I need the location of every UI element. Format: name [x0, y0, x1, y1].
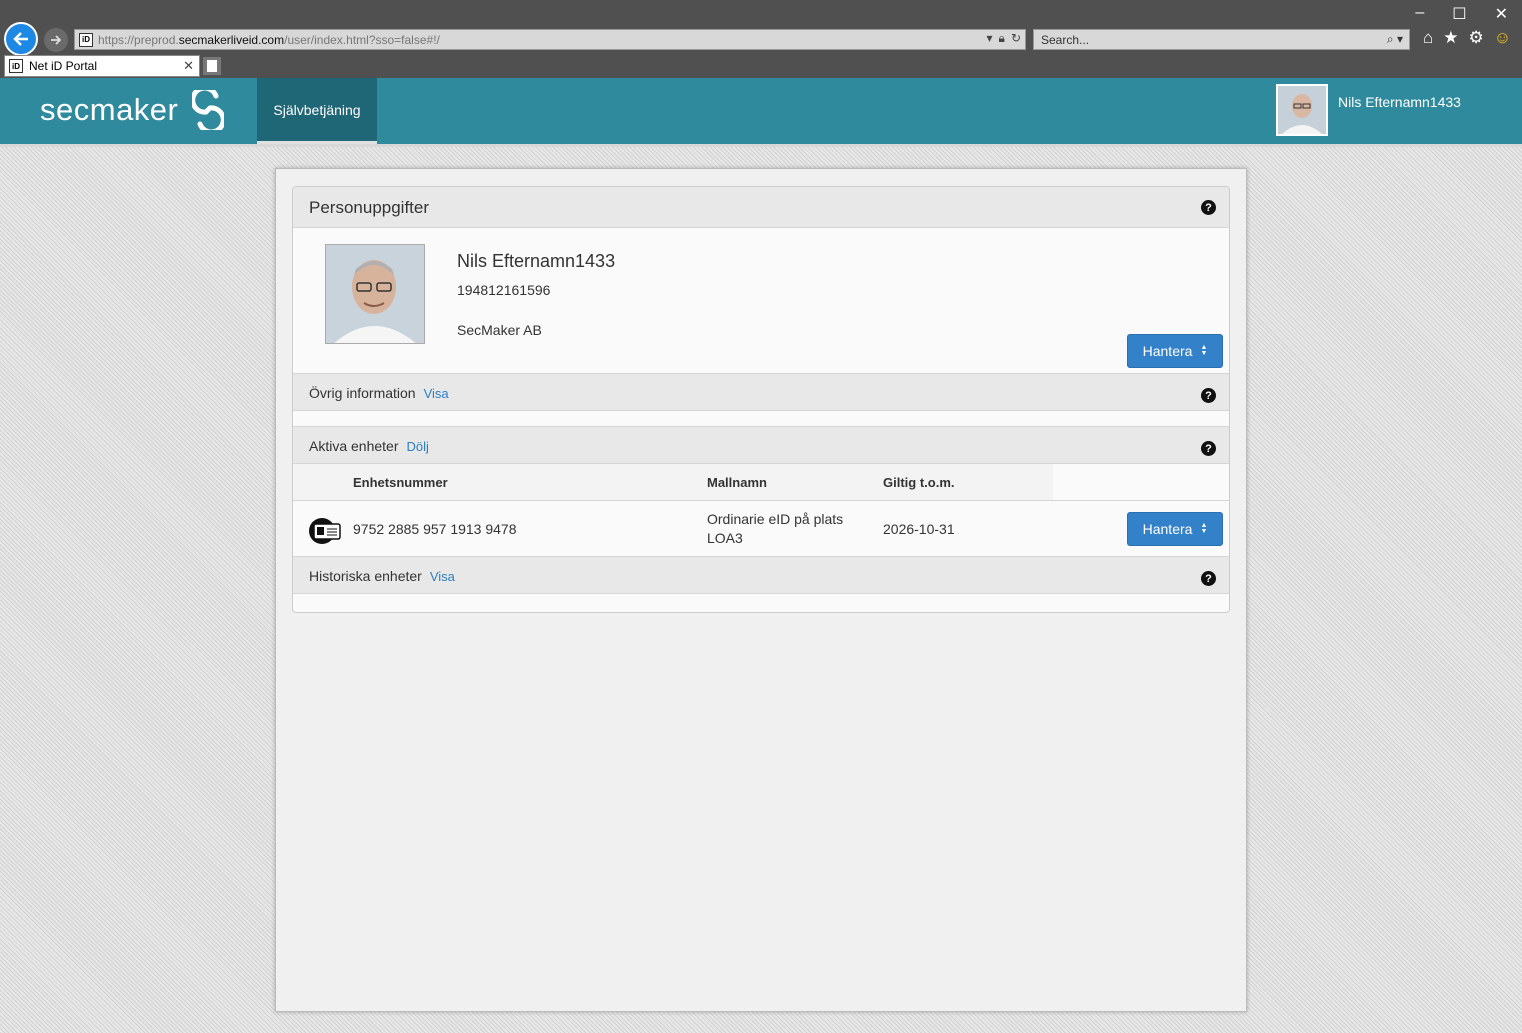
- user-photo-icon: [1278, 86, 1326, 134]
- historic-devices-section: Historiska enheter Visa ?: [293, 557, 1229, 594]
- template-name: Ordinarie eID på plats LOA3: [707, 511, 843, 546]
- tab-favicon-icon: iD: [9, 59, 23, 73]
- manage-person-button[interactable]: Hantera ▲ ▼: [1127, 334, 1223, 368]
- help-icon[interactable]: ?: [1201, 200, 1216, 215]
- person-details: Nils Efternamn1433 194812161596 SecMaker…: [293, 228, 1229, 374]
- section-spacer: [293, 594, 1229, 610]
- close-window-icon[interactable]: ✕: [1495, 4, 1508, 24]
- help-icon[interactable]: ?: [1201, 571, 1216, 586]
- section-spacer: [293, 411, 1229, 427]
- panel-header: Personuppgifter ?: [293, 187, 1229, 228]
- url-subdomain: preprod.: [134, 32, 179, 47]
- browser-titlebar: iD https://preprod. secmakerliveid.com/us…: [0, 0, 1522, 78]
- search-placeholder: Search...: [1041, 33, 1090, 47]
- arrow-left-icon: [13, 32, 28, 46]
- other-info-label: Övrig information: [309, 385, 416, 401]
- active-devices-label: Aktiva enheter: [309, 438, 399, 454]
- app-header: secmaker Självbetjäning Nils Efternamn14…: [0, 78, 1522, 144]
- url-host: secmakerliveid.com: [178, 32, 285, 47]
- personal-info-panel: Personuppgifter ? Nils Efternamn1433 194…: [292, 186, 1230, 613]
- help-icon[interactable]: ?: [1201, 388, 1216, 403]
- user-menu[interactable]: Nils Efternamn1433: [1276, 84, 1461, 136]
- search-icon[interactable]: ⌕ ▾: [1387, 32, 1403, 47]
- arrow-right-icon: [51, 35, 62, 45]
- active-devices-section: Aktiva enheter Dölj ?: [293, 427, 1229, 464]
- column-template-name[interactable]: Mallnamn: [707, 475, 767, 490]
- organization: SecMaker AB: [457, 322, 542, 338]
- template-name-line1: Ordinarie eID på plats: [707, 511, 844, 527]
- site-favicon-icon: iD: [79, 32, 93, 47]
- column-valid-to[interactable]: Giltig t.o.m.: [883, 475, 955, 490]
- valid-to: 2026-10-31: [883, 521, 955, 537]
- historic-devices-label: Historiska enheter: [309, 568, 422, 584]
- sort-caret-icon: ▲ ▼: [1200, 522, 1208, 535]
- dropdown-icon[interactable]: ▾: [987, 31, 993, 46]
- column-device-number[interactable]: Enhetsnummer: [353, 475, 448, 490]
- other-info-show-link[interactable]: Visa: [424, 386, 449, 401]
- person-photo-icon: [326, 245, 424, 343]
- other-info-section: Övrig information Visa ?: [293, 374, 1229, 411]
- template-name-line2: LOA3: [707, 530, 743, 546]
- devices-table-header: Enhetsnummer Mallnamn Giltig t.o.m.: [293, 464, 1229, 501]
- close-tab-icon[interactable]: ✕: [183, 58, 194, 74]
- settings-gear-icon[interactable]: ⚙: [1469, 28, 1484, 48]
- content-container: Personuppgifter ? Nils Efternamn1433 194…: [275, 168, 1247, 1012]
- logo-text: secmaker: [40, 92, 179, 127]
- favorites-star-icon[interactable]: ★: [1443, 28, 1458, 48]
- person-photo: [325, 244, 425, 344]
- forward-button[interactable]: [44, 28, 68, 52]
- address-bar[interactable]: iD https://preprod. secmakerliveid.com/us…: [74, 29, 1026, 50]
- manage-label: Hantera: [1142, 521, 1193, 537]
- nav-tab-self-service[interactable]: Självbetjäning: [257, 78, 377, 144]
- device-number: 9752 2885 957 1913 9478: [353, 521, 517, 537]
- person-name: Nils Efternamn1433: [457, 251, 616, 271]
- help-icon[interactable]: ?: [1201, 441, 1216, 456]
- maximize-icon[interactable]: ☐: [1452, 4, 1466, 24]
- manage-device-button[interactable]: Hantera ▲ ▼: [1127, 512, 1223, 546]
- back-button[interactable]: [4, 22, 38, 56]
- lock-icon[interactable]: 🔒︎: [999, 31, 1005, 46]
- user-name: Nils Efternamn1433: [1338, 94, 1461, 110]
- secmaker-logo[interactable]: secmaker: [40, 90, 225, 130]
- browser-tab[interactable]: iD Net iD Portal ✕: [4, 55, 200, 77]
- historic-devices-show-link[interactable]: Visa: [430, 569, 455, 584]
- search-input[interactable]: Search... ⌕ ▾: [1033, 29, 1410, 50]
- new-tab-icon: [207, 60, 217, 72]
- manage-label: Hantera: [1142, 343, 1193, 359]
- secmaker-s-logo-icon: [192, 90, 225, 130]
- smart-card-icon: [309, 518, 341, 544]
- refresh-icon[interactable]: ↻: [1011, 31, 1021, 46]
- user-avatar[interactable]: [1276, 84, 1328, 136]
- personal-number: 194812161596: [457, 282, 551, 298]
- home-icon[interactable]: ⌂: [1423, 28, 1433, 48]
- url-prefix: https://: [98, 32, 135, 47]
- feedback-smiley-icon[interactable]: ☺: [1494, 28, 1511, 48]
- panel-title: Personuppgifter: [309, 198, 430, 217]
- new-tab-button[interactable]: [203, 57, 221, 75]
- tab-title: Net iD Portal: [29, 59, 98, 73]
- minimize-icon[interactable]: –: [1415, 4, 1424, 24]
- table-row: 9752 2885 957 1913 9478 Ordinarie eID på…: [293, 501, 1229, 557]
- sort-caret-icon: ▲ ▼: [1200, 344, 1208, 357]
- active-devices-hide-link[interactable]: Dölj: [407, 439, 429, 454]
- url-path: /user/index.html?sso=false#!/: [284, 32, 440, 47]
